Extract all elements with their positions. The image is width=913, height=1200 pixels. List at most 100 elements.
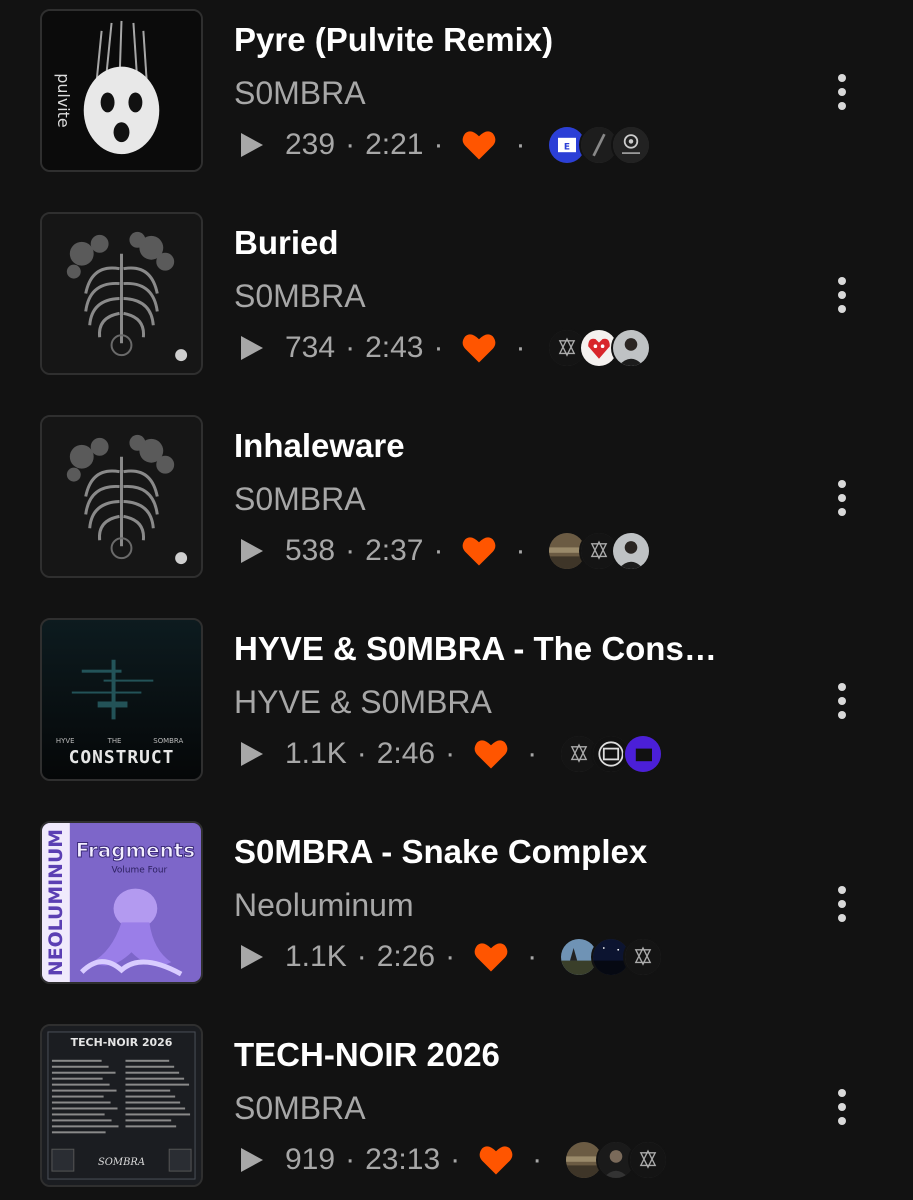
track-title[interactable]: Inhaleware — [234, 426, 405, 466]
separator-dot: · — [445, 940, 456, 973]
track-row[interactable]: pulvite Pyre (Pulvite Remix) S0MBRA 239 … — [0, 0, 913, 203]
separator-dot: · — [515, 128, 526, 161]
track-title[interactable]: S0MBRA - Snake Complex — [234, 832, 647, 872]
track-meta: 919 · 23:13 · · — [241, 1137, 669, 1183]
artwork-credit: HYVE — [56, 737, 75, 745]
separator-dot: · — [356, 737, 367, 770]
track-meta: 239 · 2:21 · · E — [241, 122, 652, 168]
separator-dot: · — [356, 940, 367, 973]
separator-dot: · — [345, 331, 356, 364]
liker-avatars[interactable] — [547, 531, 652, 571]
heart-icon[interactable] — [461, 129, 497, 161]
track-duration: 23:13 — [365, 1143, 441, 1176]
artwork-text: pulvite — [54, 73, 73, 127]
separator-dot: · — [433, 534, 444, 567]
separator-dot: · — [515, 534, 526, 567]
more-options-icon[interactable] — [830, 72, 854, 112]
track-artist[interactable]: S0MBRA — [234, 73, 366, 113]
avatar-eye-logo — [611, 125, 652, 165]
track-artwork[interactable] — [40, 212, 203, 375]
more-options-icon[interactable] — [830, 478, 854, 518]
track-row[interactable]: NEOLUMINUM Fragments Volume Four S0MBRA … — [0, 812, 913, 1015]
play-count: 1.1K — [285, 737, 347, 770]
track-duration: 2:26 — [376, 940, 436, 973]
track-artist[interactable]: HYVE & S0MBRA — [234, 682, 492, 722]
play-count: 919 — [285, 1143, 336, 1176]
track-row[interactable]: Inhaleware S0MBRA 538 · 2:37 · · — [0, 406, 913, 609]
liker-avatars[interactable] — [559, 734, 664, 774]
liker-avatars[interactable] — [559, 937, 664, 977]
avatar-purple — [623, 734, 664, 774]
separator-dot: · — [345, 534, 356, 567]
heart-icon[interactable] — [478, 1144, 514, 1176]
artwork-subtitle: Volume Four — [112, 866, 168, 876]
artwork-footer: SOMBRA — [98, 1157, 145, 1168]
track-title[interactable]: HYVE & S0MBRA - The Cons… — [234, 629, 717, 669]
separator-dot: · — [527, 940, 538, 973]
artwork-credit: THE — [107, 737, 122, 745]
avatar-sigil — [628, 1140, 669, 1180]
separator-dot: · — [433, 331, 444, 364]
artwork-credit: SOMBRA — [153, 737, 183, 745]
separator-dot: · — [345, 128, 356, 161]
avatar-sigil — [623, 937, 664, 977]
liker-avatars[interactable] — [547, 328, 652, 368]
track-meta: 1.1K · 2:26 · · — [241, 934, 664, 980]
avatar-man-photo — [611, 328, 652, 368]
more-options-icon[interactable] — [830, 681, 854, 721]
track-artwork[interactable] — [40, 415, 203, 578]
play-count-icon — [241, 1148, 263, 1172]
separator-dot: · — [345, 1143, 356, 1176]
track-duration: 2:46 — [376, 737, 436, 770]
track-title[interactable]: TECH-NOIR 2026 — [234, 1035, 500, 1075]
play-count: 239 — [285, 128, 336, 161]
track-artwork[interactable]: HYVE THE SOMBRA CONSTRUCT — [40, 618, 203, 781]
play-count-icon — [241, 742, 263, 766]
track-artist[interactable]: S0MBRA — [234, 276, 366, 316]
liker-avatars[interactable]: E — [547, 125, 652, 165]
artwork-side-text: NEOLUMINUM — [45, 829, 67, 976]
svg-text:E: E — [564, 143, 570, 153]
track-artwork[interactable]: pulvite — [40, 9, 203, 172]
more-options-icon[interactable] — [830, 884, 854, 924]
track-title[interactable]: Pyre (Pulvite Remix) — [234, 20, 553, 60]
track-duration: 2:21 — [365, 128, 424, 161]
play-count-icon — [241, 336, 263, 360]
track-row[interactable]: TECH-NOIR 2026 SOMBRA TECH-NOIR 2026 S0M… — [0, 1015, 913, 1200]
track-artist[interactable]: S0MBRA — [234, 1088, 366, 1128]
play-count-icon — [241, 133, 263, 157]
heart-icon[interactable] — [473, 941, 509, 973]
avatar-man-photo — [611, 531, 652, 571]
play-count-icon — [241, 539, 263, 563]
track-meta: 1.1K · 2:46 · · — [241, 731, 664, 777]
separator-dot: · — [515, 331, 526, 364]
separator-dot: · — [433, 128, 444, 161]
track-artwork[interactable]: TECH-NOIR 2026 SOMBRA — [40, 1024, 203, 1187]
track-artist[interactable]: S0MBRA — [234, 479, 366, 519]
track-row[interactable]: HYVE THE SOMBRA CONSTRUCT HYVE & S0MBRA … — [0, 609, 913, 812]
artwork-text: Fragments — [76, 839, 195, 862]
track-meta: 734 · 2:43 · · — [241, 325, 652, 371]
play-count: 734 — [285, 331, 336, 364]
artwork-text: CONSTRUCT — [69, 747, 175, 768]
liker-avatars[interactable] — [564, 1140, 669, 1180]
heart-icon[interactable] — [461, 535, 497, 567]
heart-icon[interactable] — [461, 332, 497, 364]
track-row[interactable]: Buried S0MBRA 734 · 2:43 · · — [0, 203, 913, 406]
track-artwork[interactable]: NEOLUMINUM Fragments Volume Four — [40, 821, 203, 984]
separator-dot: · — [532, 1143, 543, 1176]
play-count: 538 — [285, 534, 336, 567]
track-duration: 2:43 — [365, 331, 424, 364]
more-options-icon[interactable] — [830, 275, 854, 315]
artwork-text: TECH-NOIR 2026 — [71, 1036, 173, 1049]
track-title[interactable]: Buried — [234, 223, 339, 263]
track-meta: 538 · 2:37 · · — [241, 528, 652, 574]
play-count-icon — [241, 945, 263, 969]
track-list: pulvite Pyre (Pulvite Remix) S0MBRA 239 … — [0, 0, 913, 1200]
more-options-icon[interactable] — [830, 1087, 854, 1127]
play-count: 1.1K — [285, 940, 347, 973]
heart-icon[interactable] — [473, 738, 509, 770]
separator-dot: · — [445, 737, 456, 770]
track-artist[interactable]: Neoluminum — [234, 885, 414, 925]
separator-dot: · — [450, 1143, 461, 1176]
